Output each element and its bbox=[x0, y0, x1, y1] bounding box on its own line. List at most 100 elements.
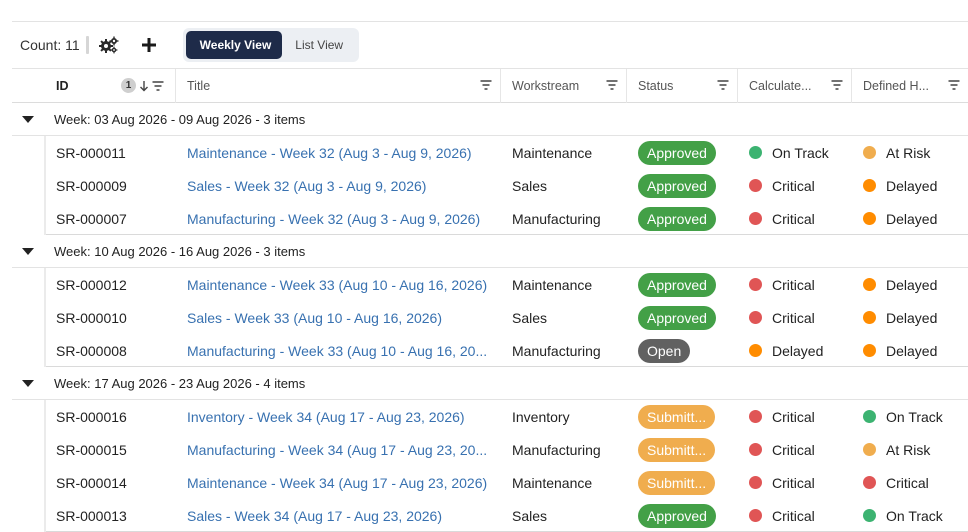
defined-health-label: Delayed bbox=[886, 309, 938, 326]
collapse-caret-icon[interactable] bbox=[12, 115, 44, 123]
status-badge: Approved bbox=[638, 140, 716, 165]
defined-health-label: On Track bbox=[886, 507, 943, 524]
title-link-text[interactable]: Maintenance - Week 33 (Aug 10 - Aug 16, … bbox=[187, 277, 487, 293]
filter-icon[interactable] bbox=[152, 80, 164, 91]
column-header-calculated-health[interactable]: Calculate... bbox=[738, 69, 852, 103]
column-label-workstream: Workstream bbox=[512, 79, 580, 93]
cell-title-link[interactable]: Manufacturing - Week 34 (Aug 17 - Aug 23… bbox=[187, 433, 497, 466]
filter-icon[interactable] bbox=[831, 80, 843, 90]
cell-status: Open bbox=[638, 334, 738, 367]
sort-order-badge: 1 bbox=[121, 78, 136, 93]
table-row[interactable]: SR-000013 Sales - Week 34 (Aug 17 - Aug 2… bbox=[46, 499, 968, 532]
cell-defined-health: Delayed bbox=[863, 169, 968, 202]
defined-health-label: On Track bbox=[886, 408, 943, 425]
status-badge: Approved bbox=[638, 272, 716, 297]
health-dot-icon bbox=[749, 344, 762, 357]
group-header[interactable]: Week: 17 Aug 2026 - 23 Aug 2026 - 4 item… bbox=[12, 367, 968, 400]
table-row[interactable]: SR-000008 Manufacturing - Week 33 (Aug 10… bbox=[46, 334, 968, 367]
calculated-health-label: Critical bbox=[772, 210, 815, 227]
grid-toolbar: Count: 11 Weekly View List View bbox=[12, 22, 968, 68]
view-switcher: Weekly View List View bbox=[182, 28, 360, 62]
cell-id: SR-000014 bbox=[56, 474, 127, 491]
add-button[interactable] bbox=[135, 31, 163, 59]
calculated-health-label: Critical bbox=[772, 309, 815, 326]
status-badge: Approved bbox=[638, 305, 716, 330]
list-view-button[interactable]: List View bbox=[282, 31, 356, 59]
defined-health-label: At Risk bbox=[886, 441, 931, 458]
collapse-caret-icon[interactable] bbox=[12, 379, 44, 387]
title-link-text[interactable]: Maintenance - Week 32 (Aug 3 - Aug 9, 20… bbox=[187, 145, 472, 161]
title-link-text[interactable]: Sales - Week 33 (Aug 10 - Aug 16, 2026) bbox=[187, 310, 442, 326]
defined-health-label: Delayed bbox=[886, 276, 938, 293]
cell-status: Submitt... bbox=[638, 433, 738, 466]
title-link-text[interactable]: Manufacturing - Week 34 (Aug 17 - Aug 23… bbox=[187, 442, 487, 458]
group-rows: SR-000012 Maintenance - Week 33 (Aug 10 -… bbox=[44, 268, 968, 367]
filter-icon[interactable] bbox=[606, 80, 618, 90]
group-header[interactable]: Week: 03 Aug 2026 - 09 Aug 2026 - 3 item… bbox=[12, 103, 968, 136]
cell-workstream: Manufacturing bbox=[512, 342, 601, 359]
cell-workstream: Maintenance bbox=[512, 474, 593, 491]
column-header-title[interactable]: Title bbox=[176, 69, 501, 103]
table-row[interactable]: SR-000011 Maintenance - Week 32 (Aug 3 - … bbox=[46, 136, 968, 169]
title-link-text[interactable]: Inventory - Week 34 (Aug 17 - Aug 23, 20… bbox=[187, 409, 465, 425]
title-link-text[interactable]: Sales - Week 32 (Aug 3 - Aug 9, 2026) bbox=[187, 178, 426, 194]
cell-calculated-health: Critical bbox=[749, 202, 859, 235]
health-dot-icon bbox=[863, 146, 876, 159]
column-header-id[interactable]: ID 1 bbox=[12, 69, 176, 103]
cell-title-link[interactable]: Sales - Week 33 (Aug 10 - Aug 16, 2026) bbox=[187, 301, 497, 334]
cell-workstream: Maintenance bbox=[512, 276, 593, 293]
collapse-caret-icon[interactable] bbox=[12, 247, 44, 255]
title-link-text[interactable]: Manufacturing - Week 33 (Aug 10 - Aug 16… bbox=[187, 343, 487, 359]
table-row[interactable]: SR-000014 Maintenance - Week 34 (Aug 17 -… bbox=[46, 466, 968, 499]
cell-title-link[interactable]: Maintenance - Week 33 (Aug 10 - Aug 16, … bbox=[187, 268, 497, 301]
calculated-health-label: Critical bbox=[772, 177, 815, 194]
group-label: Week: 10 Aug 2026 - 16 Aug 2026 - 3 item… bbox=[54, 243, 306, 259]
cell-defined-health: On Track bbox=[863, 499, 968, 532]
status-badge: Approved bbox=[638, 206, 716, 231]
filter-icon[interactable] bbox=[717, 80, 729, 90]
sort-descending-icon[interactable] bbox=[139, 80, 149, 92]
cell-title-link[interactable]: Sales - Week 32 (Aug 3 - Aug 9, 2026) bbox=[187, 169, 497, 202]
table-row[interactable]: SR-000012 Maintenance - Week 33 (Aug 10 -… bbox=[46, 268, 968, 301]
cell-title-link[interactable]: Manufacturing - Week 33 (Aug 10 - Aug 16… bbox=[187, 334, 497, 367]
cell-title-link[interactable]: Maintenance - Week 34 (Aug 17 - Aug 23, … bbox=[187, 466, 497, 499]
column-header-status[interactable]: Status bbox=[627, 69, 738, 103]
column-label-status: Status bbox=[638, 79, 674, 93]
table-row[interactable]: SR-000016 Inventory - Week 34 (Aug 17 - A… bbox=[46, 400, 968, 433]
calculated-health-label: Delayed bbox=[772, 342, 824, 359]
cell-calculated-health: On Track bbox=[749, 136, 859, 169]
filter-icon[interactable] bbox=[948, 80, 960, 90]
cell-workstream: Sales bbox=[512, 309, 548, 326]
weekly-view-button[interactable]: Weekly View bbox=[185, 31, 283, 59]
cell-defined-health: Critical bbox=[863, 466, 968, 499]
table-row[interactable]: SR-000015 Manufacturing - Week 34 (Aug 17… bbox=[46, 433, 968, 466]
health-dot-icon bbox=[749, 410, 762, 423]
id-sort-controls: 1 bbox=[121, 78, 164, 93]
calculated-health-label: Critical bbox=[772, 408, 815, 425]
item-count: Count: 11 bbox=[20, 37, 80, 53]
settings-button[interactable] bbox=[95, 31, 123, 59]
table-row[interactable]: SR-000010 Sales - Week 33 (Aug 10 - Aug 1… bbox=[46, 301, 968, 334]
group-label: Week: 03 Aug 2026 - 09 Aug 2026 - 3 item… bbox=[54, 111, 306, 127]
cell-title-link[interactable]: Maintenance - Week 32 (Aug 3 - Aug 9, 20… bbox=[187, 136, 497, 169]
column-header-workstream[interactable]: Workstream bbox=[501, 69, 627, 103]
column-header-defined-health[interactable]: Defined H... bbox=[852, 69, 968, 103]
cell-status: Approved bbox=[638, 268, 738, 301]
cell-status: Approved bbox=[638, 202, 738, 235]
group-header[interactable]: Week: 10 Aug 2026 - 16 Aug 2026 - 3 item… bbox=[12, 235, 968, 268]
cell-title-link[interactable]: Sales - Week 34 (Aug 17 - Aug 23, 2026) bbox=[187, 499, 497, 532]
title-link-text[interactable]: Sales - Week 34 (Aug 17 - Aug 23, 2026) bbox=[187, 508, 442, 524]
health-dot-icon bbox=[863, 278, 876, 291]
cell-title-link[interactable]: Manufacturing - Week 32 (Aug 3 - Aug 9, … bbox=[187, 202, 497, 235]
title-link-text[interactable]: Manufacturing - Week 32 (Aug 3 - Aug 9, … bbox=[187, 211, 480, 227]
title-link-text[interactable]: Maintenance - Week 34 (Aug 17 - Aug 23, … bbox=[187, 475, 487, 491]
table-row[interactable]: SR-000009 Sales - Week 32 (Aug 3 - Aug 9,… bbox=[46, 169, 968, 202]
filter-icon[interactable] bbox=[480, 80, 492, 90]
cell-defined-health: Delayed bbox=[863, 202, 968, 235]
table-row[interactable]: SR-000007 Manufacturing - Week 32 (Aug 3 … bbox=[46, 202, 968, 235]
calculated-health-label: Critical bbox=[772, 441, 815, 458]
cell-title-link[interactable]: Inventory - Week 34 (Aug 17 - Aug 23, 20… bbox=[187, 400, 497, 433]
column-label-calculated-health: Calculate... bbox=[749, 79, 812, 93]
cell-defined-health: At Risk bbox=[863, 136, 968, 169]
status-badge: Submitt... bbox=[638, 470, 716, 495]
